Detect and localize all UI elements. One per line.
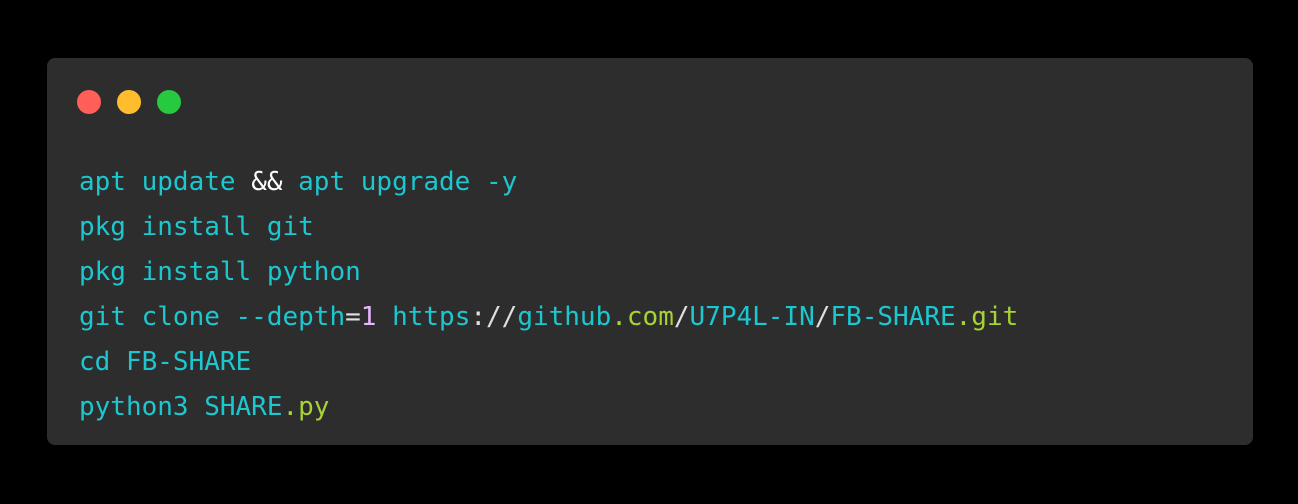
- code-token-command: apt upgrade -y: [282, 167, 518, 197]
- code-line: git clone --depth=1 https://github.com/U…: [79, 295, 1018, 340]
- minimize-dot-icon[interactable]: [117, 90, 141, 114]
- maximize-dot-icon[interactable]: [157, 90, 181, 114]
- code-token-highlight: .py: [282, 392, 330, 422]
- code-token-command: U7P4L-IN: [689, 302, 815, 332]
- code-block[interactable]: apt update && apt upgrade -y pkg install …: [79, 160, 1018, 430]
- code-token-highlight: .com: [611, 302, 674, 332]
- code-token-command: python3 SHARE: [79, 392, 283, 422]
- code-line: python3 SHARE.py: [79, 385, 1018, 430]
- code-token-command: pkg install git: [79, 212, 314, 242]
- code-token-punct: /: [814, 302, 831, 332]
- code-line: pkg install python: [79, 250, 1018, 295]
- code-token-command: https: [376, 302, 471, 332]
- window-controls: [77, 90, 181, 114]
- code-line: cd FB-SHARE: [79, 340, 1018, 385]
- code-token-command: FB-SHARE: [830, 302, 956, 332]
- code-token-command: git clone --depth: [79, 302, 346, 332]
- code-token-punct: /: [673, 302, 690, 332]
- code-token-command: pkg install python: [79, 257, 361, 287]
- code-token-command: apt update: [79, 167, 252, 197]
- terminal-window: apt update && apt upgrade -y pkg install …: [47, 58, 1253, 445]
- code-token-highlight: .git: [955, 302, 1019, 332]
- code-token-operator: &&: [251, 167, 283, 197]
- code-token-punct: ://: [470, 302, 518, 332]
- code-token-command: github: [517, 302, 612, 332]
- code-line: pkg install git: [79, 205, 1018, 250]
- code-token-punct: =: [345, 302, 361, 332]
- code-token-command: cd FB-SHARE: [79, 347, 252, 377]
- code-line: apt update && apt upgrade -y: [79, 160, 1018, 205]
- close-dot-icon[interactable]: [77, 90, 101, 114]
- code-token-number: 1: [360, 302, 377, 332]
